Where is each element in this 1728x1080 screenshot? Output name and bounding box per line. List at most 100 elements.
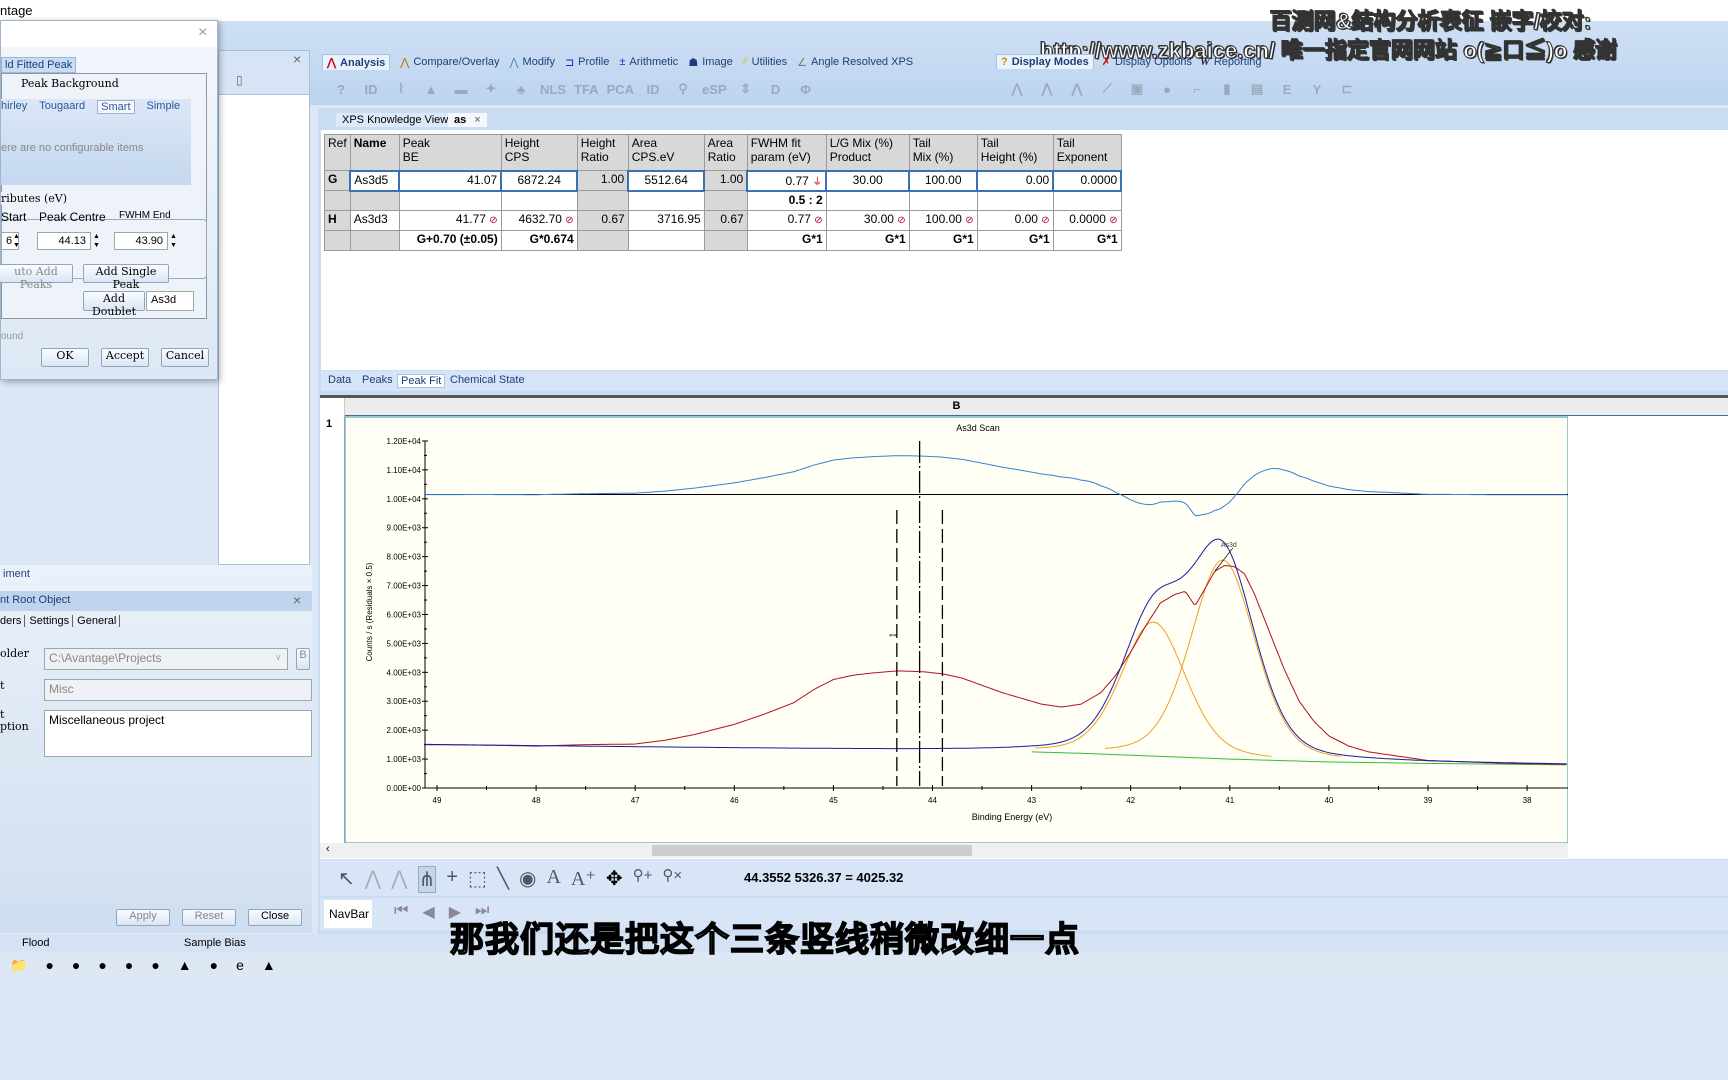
peak-tool-icon[interactable]: ⋀ bbox=[365, 866, 381, 893]
table-cell[interactable] bbox=[627, 190, 705, 211]
fwhm-end-input[interactable]: 43.90 bbox=[114, 232, 168, 250]
peak-centre-input[interactable]: 44.13 bbox=[37, 232, 91, 250]
table-cell[interactable]: G bbox=[324, 170, 351, 191]
tool-icon[interactable]: ▬ bbox=[450, 82, 472, 97]
close-icon[interactable]: × bbox=[293, 51, 301, 67]
tab-compare-overlay[interactable]: ⋀ Compare/Overlay bbox=[400, 54, 499, 70]
table-cell[interactable]: 0.5 : 2 bbox=[746, 190, 827, 211]
link-icon[interactable]: ⊘ bbox=[1041, 215, 1049, 226]
zoom-in-icon[interactable]: ⚲+ bbox=[633, 866, 653, 893]
display-tool-icon[interactable]: Y bbox=[1306, 82, 1328, 97]
table-cell[interactable] bbox=[825, 190, 910, 211]
table-cell[interactable]: 0.00 bbox=[976, 169, 1055, 192]
folder-icon[interactable]: 📁 bbox=[10, 957, 27, 975]
tool-icon[interactable]: ⌇ bbox=[390, 81, 412, 97]
qq-icon[interactable]: ● bbox=[125, 957, 133, 975]
table-cell[interactable]: 41.77 ⊘ bbox=[398, 210, 502, 231]
column-header[interactable]: Tail Mix (%) bbox=[908, 134, 978, 171]
scrollbar-thumb[interactable] bbox=[652, 845, 972, 856]
tab-modify[interactable]: ⋀ Modify bbox=[510, 54, 555, 70]
table-cell[interactable]: 100.00 bbox=[908, 169, 979, 192]
tab-display-modes[interactable]: ? Display Modes bbox=[996, 54, 1094, 69]
tab-utilities[interactable]: ⫽ Utilities bbox=[743, 54, 787, 70]
tab-peak-fit[interactable]: Peak Fit bbox=[397, 374, 446, 388]
table-cell[interactable] bbox=[500, 190, 578, 211]
table-cell[interactable]: G*1 bbox=[825, 230, 910, 251]
tool-icon[interactable]: Φ bbox=[795, 82, 817, 97]
table-cell[interactable]: As3d3 bbox=[349, 210, 400, 231]
table-cell[interactable]: 41.07 bbox=[398, 169, 503, 192]
zoom-reset-icon[interactable]: ⚲× bbox=[662, 866, 682, 893]
table-cell[interactable]: 0.0000 ⊘ bbox=[1052, 210, 1122, 231]
start-spinner[interactable]: ▲ ▼ bbox=[13, 232, 20, 250]
tab-angle-resolved-xps[interactable]: ∠ Angle Resolved XPS bbox=[797, 54, 913, 70]
tab-add-fitted-peak[interactable]: ld Fitted Peak bbox=[1, 57, 77, 73]
tool-icon[interactable]: ID bbox=[360, 82, 382, 97]
app-icon[interactable]: ● bbox=[72, 957, 80, 975]
link-icon[interactable]: ⊘ bbox=[1109, 215, 1117, 226]
table-cell[interactable]: 4632.70 ⊘ bbox=[500, 210, 578, 231]
select-rect-icon[interactable]: ⬚ bbox=[468, 866, 487, 893]
eye-icon[interactable]: ◉ bbox=[519, 866, 536, 893]
display-tool-icon[interactable]: ▤ bbox=[1246, 81, 1268, 97]
tab-xps-knowledge-view[interactable]: XPS Knowledge View bbox=[336, 113, 455, 127]
link-icon[interactable]: ⊘ bbox=[489, 215, 497, 226]
auto-add-peaks-button[interactable]: uto Add Peaks bbox=[0, 264, 73, 291]
table-cell[interactable]: G*0.674 bbox=[500, 230, 578, 251]
tab-data[interactable]: Data bbox=[328, 374, 351, 386]
tab-folders[interactable]: ders bbox=[0, 615, 26, 627]
tab-reporting[interactable]: W Reporting bbox=[1200, 54, 1261, 69]
project-input[interactable]: Misc bbox=[44, 679, 312, 701]
tool-icon[interactable]: ▲ bbox=[420, 82, 442, 97]
first-icon[interactable]: ⏮ bbox=[394, 902, 408, 922]
ok-button[interactable]: OK bbox=[41, 348, 89, 367]
tool-icon[interactable]: ID bbox=[642, 82, 664, 97]
column-header[interactable]: Tail Height (%) bbox=[976, 134, 1054, 171]
table-cell[interactable] bbox=[703, 190, 748, 211]
table-cell[interactable]: 0.67 bbox=[576, 210, 629, 231]
wechat-icon[interactable]: ● bbox=[210, 957, 218, 975]
column-header[interactable]: Name bbox=[349, 134, 400, 171]
display-tool-icon[interactable]: ▣ bbox=[1126, 81, 1148, 97]
scroll-left-icon[interactable]: ‹ bbox=[326, 843, 330, 855]
column-header[interactable]: Tail Exponent bbox=[1052, 134, 1122, 171]
column-header[interactable]: Area Ratio bbox=[703, 134, 748, 171]
display-tool-icon[interactable]: ● bbox=[1156, 82, 1178, 97]
bg-tab-simple[interactable]: Simple bbox=[147, 100, 181, 114]
table-cell[interactable]: G*1 bbox=[1052, 230, 1122, 251]
column-header[interactable]: Area CPS.eV bbox=[627, 134, 705, 171]
prev-icon[interactable]: ◀ bbox=[422, 902, 434, 922]
book-icon[interactable]: ▯ bbox=[236, 73, 243, 87]
esp-button[interactable]: eSP bbox=[702, 82, 727, 97]
pca-button[interactable]: PCA bbox=[607, 82, 634, 97]
table-cell[interactable] bbox=[324, 190, 351, 211]
tool-icon[interactable]: ⇕ bbox=[735, 81, 757, 97]
xps-chart[interactable]: As3d Scan Binding Energy (eV) Counts / s… bbox=[320, 396, 1568, 858]
accept-button[interactable]: Accept bbox=[101, 348, 149, 367]
close-button[interactable]: Close bbox=[248, 909, 302, 926]
app-icon[interactable]: ▲ bbox=[262, 957, 276, 975]
tool-icon[interactable]: D bbox=[765, 82, 787, 97]
table-cell[interactable] bbox=[1052, 190, 1122, 211]
tab-display-options[interactable]: ✗ Display Options bbox=[1102, 54, 1192, 69]
table-cell[interactable]: 5512.64 bbox=[627, 169, 706, 192]
display-tool-icon[interactable]: ⊏ bbox=[1336, 81, 1358, 97]
bg-tab-shirley[interactable]: hirley bbox=[1, 100, 27, 114]
table-cell[interactable] bbox=[576, 190, 629, 211]
app-icon[interactable]: ● bbox=[98, 957, 106, 975]
app-icon[interactable]: ● bbox=[45, 957, 53, 975]
tool-icon[interactable]: ? bbox=[330, 82, 352, 97]
close-icon[interactable]: × bbox=[474, 114, 480, 126]
chevron-down-icon[interactable]: ∨ bbox=[275, 652, 282, 663]
link-icon[interactable]: ⊘ bbox=[565, 215, 573, 226]
description-textarea[interactable]: Miscellaneous project bbox=[44, 710, 312, 757]
display-tool-icon[interactable]: ⌐ bbox=[1186, 82, 1208, 97]
table-cell[interactable] bbox=[349, 190, 400, 211]
add-peak-tool-icon[interactable]: ⋔ bbox=[417, 866, 437, 893]
apply-button[interactable]: Apply bbox=[116, 909, 170, 926]
table-cell[interactable]: 1.00 bbox=[576, 170, 629, 191]
table-cell[interactable]: G*1 bbox=[908, 230, 978, 251]
region-tool-icon[interactable]: ⋀ bbox=[391, 866, 407, 893]
link-icon[interactable]: ⊘ bbox=[814, 215, 822, 226]
tab-as[interactable]: as × bbox=[448, 113, 487, 127]
